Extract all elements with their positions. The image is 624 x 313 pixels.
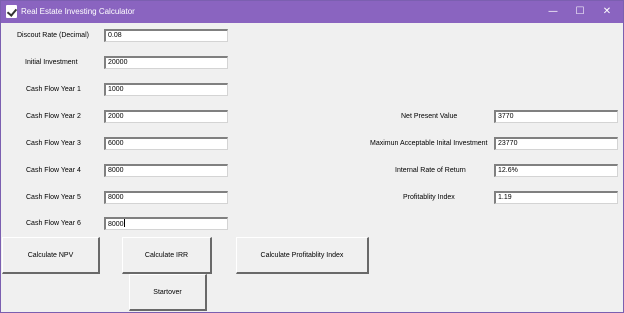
cash-flow-year-3-input[interactable]: 6000 <box>104 137 228 150</box>
label-discount-rate: Discout Rate (Decimal) <box>17 32 89 39</box>
startover-button[interactable]: Startover <box>129 274 207 311</box>
app-feather-icon <box>6 5 17 18</box>
label-cash-flow-year-4: Cash Flow Year 4 <box>26 167 81 174</box>
initial-investment-input[interactable]: 20000 <box>104 56 228 69</box>
label-cash-flow-year-5: Cash Flow Year 5 <box>26 194 81 201</box>
calculate-profitability-index-button[interactable]: Calculate Profitablity Index <box>236 237 369 274</box>
cash-flow-year-5-input[interactable]: 8000 <box>104 191 228 204</box>
label-profitability-index: Profitablity Index <box>403 194 455 201</box>
maximize-button[interactable]: ☐ <box>566 1 594 23</box>
profitability-index-output[interactable]: 1.19 <box>494 191 618 204</box>
cash-flow-year-6-value: 8000 <box>108 221 124 228</box>
window-title: Real Estate Investing Calculator <box>21 7 135 16</box>
label-max-acceptable-investment: Maximun Acceptable Inital Investment <box>370 140 488 147</box>
cash-flow-year-4-input[interactable]: 8000 <box>104 164 228 177</box>
internal-rate-of-return-output[interactable]: 12.6% <box>494 164 618 177</box>
max-acceptable-investment-output[interactable]: 23770 <box>494 137 618 150</box>
label-cash-flow-year-2: Cash Flow Year 2 <box>26 113 81 120</box>
net-present-value-output[interactable]: 3770 <box>494 110 618 123</box>
cash-flow-year-1-input[interactable]: 1000 <box>104 83 228 96</box>
label-initial-investment: Initial Investment <box>25 59 78 66</box>
label-cash-flow-year-1: Cash Flow Year 1 <box>26 86 81 93</box>
calculate-irr-button[interactable]: Calculate IRR <box>122 237 212 274</box>
calculate-npv-button[interactable]: Calculate NPV <box>2 237 100 274</box>
text-caret <box>123 219 125 227</box>
close-button[interactable]: ✕ <box>593 1 621 23</box>
app-window: Real Estate Investing Calculator — ☐ ✕ D… <box>0 0 624 313</box>
cash-flow-year-6-input[interactable]: 8000 <box>104 217 228 230</box>
title-bar[interactable]: Real Estate Investing Calculator — ☐ ✕ <box>1 1 623 23</box>
label-cash-flow-year-3: Cash Flow Year 3 <box>26 140 81 147</box>
label-internal-rate-of-return: Internal Rate of Return <box>395 167 466 174</box>
label-net-present-value: Net Present Value <box>401 113 458 120</box>
label-cash-flow-year-6: Cash Flow Year 6 <box>26 220 81 227</box>
discount-rate-input[interactable]: 0.08 <box>104 29 228 42</box>
minimize-button[interactable]: — <box>539 1 567 23</box>
cash-flow-year-2-input[interactable]: 2000 <box>104 110 228 123</box>
